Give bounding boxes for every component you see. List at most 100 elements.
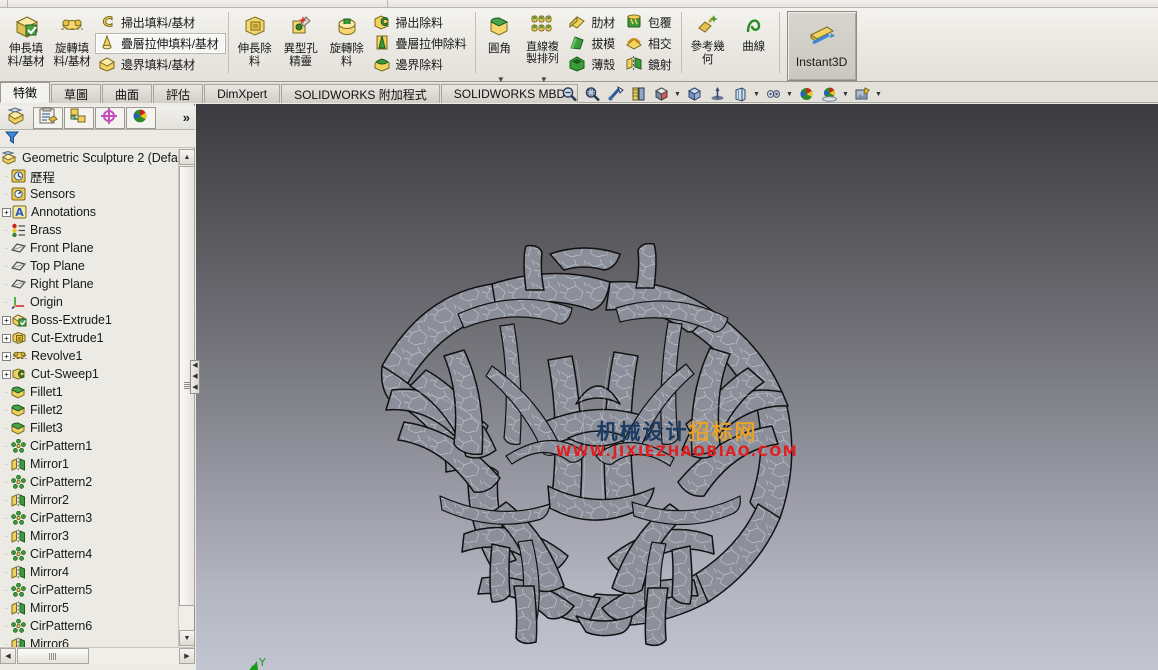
feature-tree-item[interactable]: + Cut-Sweep1 [0, 365, 178, 383]
rotate-view-icon[interactable] [706, 85, 728, 104]
feature-tree-item[interactable]: · CirPattern1 [0, 437, 178, 455]
feature-tree-item[interactable]: · Front Plane [0, 239, 178, 257]
feature-tree-horizontal-scrollbar[interactable]: ◀ ▶ [0, 647, 195, 664]
feature-tree-item[interactable]: · CirPattern3 [0, 509, 178, 527]
feature-tree-item[interactable]: · Mirror6 [0, 635, 178, 647]
section-view-icon[interactable] [627, 85, 649, 104]
revolved-boss-button[interactable]: 旋轉填 料/基材 [49, 10, 95, 72]
horizontal-scroll-thumb[interactable] [17, 648, 89, 664]
feature-tree-root[interactable]: Geometric Sculpture 2 (Defa [0, 149, 178, 167]
expand-toggle[interactable]: + [2, 351, 11, 361]
previous-view-icon[interactable] [604, 85, 626, 104]
apply-scene-dropdown-caret[interactable]: ▼ [841, 85, 850, 104]
feature-tree-item[interactable]: · CirPattern2 [0, 473, 178, 491]
tab-surfaces[interactable]: 曲面 [102, 84, 153, 103]
feature-tree-item[interactable]: · 歷程 [0, 167, 178, 185]
feature-tree-item[interactable]: · CirPattern6 [0, 617, 178, 635]
hide-show-components-icon[interactable] [762, 85, 784, 104]
feature-tree-item[interactable]: · Mirror5 [0, 599, 178, 617]
wrap-button[interactable]: 包覆 [622, 12, 679, 33]
boundary-cut-button[interactable]: 邊界除料 [370, 54, 474, 75]
feature-tree-item[interactable]: · CirPattern5 [0, 581, 178, 599]
hide-show-items-icon[interactable] [729, 85, 751, 104]
scroll-right-button[interactable]: ▶ [179, 648, 195, 664]
feature-tree-item[interactable]: · Origin [0, 293, 178, 311]
fillet-button[interactable]: 圓角 [479, 10, 519, 72]
tab-sketch[interactable]: 草圖 [51, 84, 102, 103]
feature-tree-item[interactable]: + Cut-Extrude1 [0, 329, 178, 347]
circular-pattern-icon [11, 475, 26, 489]
feature-tree-item[interactable]: · Mirror1 [0, 455, 178, 473]
feature-tree-item[interactable]: · Brass [0, 221, 178, 239]
lofted-boss-button[interactable]: 疊層拉伸填料/基材 [95, 33, 226, 54]
hole-wizard-button[interactable]: 異型孔 精靈 [278, 10, 324, 72]
expand-toggle[interactable]: + [2, 369, 11, 379]
tab-dimxpert[interactable]: DimXpert [204, 84, 281, 103]
feature-tree-item[interactable]: · Mirror4 [0, 563, 178, 581]
graphics-viewport[interactable]: 机械设计招标网 WWW.JIXIEZHAOBIAO.COM Z X Y [196, 104, 1158, 670]
expand-toggle[interactable]: + [2, 207, 11, 217]
tab-evaluate[interactable]: 評估 [153, 84, 204, 103]
feature-tree-filter-bar[interactable] [0, 130, 195, 148]
scroll-up-button[interactable]: ▲ [179, 149, 195, 165]
tree-connector: · [5, 639, 8, 647]
tab-features-label: 特徵 [13, 86, 38, 100]
mirror-button[interactable]: 鏡射 [622, 54, 679, 75]
view-orientation-dropdown-caret[interactable]: ▼ [673, 85, 682, 104]
feature-manager-expand-button[interactable]: » [183, 110, 190, 125]
feature-tree-item[interactable]: · Fillet1 [0, 383, 178, 401]
view-settings-dropdown-caret[interactable]: ▼ [874, 85, 883, 104]
feature-tree-item[interactable]: · Mirror2 [0, 491, 178, 509]
apply-scene-icon[interactable] [818, 85, 840, 104]
hide-show-components-dropdown-caret[interactable]: ▼ [785, 85, 794, 104]
tab-features[interactable]: 特徵 [0, 82, 51, 103]
tree-connector: · [5, 387, 8, 397]
property-manager-tab[interactable] [33, 106, 63, 129]
feature-tree-item[interactable]: + A Annotations [0, 203, 178, 221]
scroll-left-button[interactable]: ◀ [0, 648, 16, 664]
feature-tree-item[interactable]: · Fillet3 [0, 419, 178, 437]
feature-tree-item[interactable]: · Mirror3 [0, 527, 178, 545]
feature-tree-item[interactable]: · Right Plane [0, 275, 178, 293]
dimxpert-manager-tab[interactable] [95, 106, 125, 129]
revolved-cut-button[interactable]: 旋轉除料 [324, 10, 370, 72]
hide-show-items-dropdown-caret[interactable]: ▼ [752, 85, 761, 104]
edit-appearance-icon[interactable] [795, 85, 817, 104]
expand-toggle[interactable]: + [2, 315, 11, 325]
lofted-cut-button[interactable]: 疊層拉伸除料 [370, 33, 474, 54]
extruded-boss-button[interactable]: 伸長填 料/基材 [3, 10, 49, 72]
view-settings-icon[interactable] [851, 85, 873, 104]
intersect-button[interactable]: 相交 [622, 33, 679, 54]
feature-tree-item[interactable]: · Sensors [0, 185, 178, 203]
draft-button[interactable]: 拔模 [565, 33, 622, 54]
panel-splitter-handle[interactable]: ◀ ◀ ◀ [190, 360, 200, 394]
feature-tree-item[interactable]: + Boss-Extrude1 [0, 311, 178, 329]
shell-button[interactable]: 薄殼 [565, 54, 622, 75]
swept-boss-button[interactable]: 掃出填料/基材 [95, 12, 226, 33]
expand-toggle[interactable]: + [2, 333, 11, 343]
zoom-to-fit-icon[interactable] [558, 85, 580, 104]
display-manager-tab[interactable] [126, 106, 156, 129]
feature-tree-vertical-scrollbar[interactable]: ▲ ▼ [178, 149, 195, 647]
instant3d-button[interactable]: Instant3D [786, 11, 857, 81]
display-style-icon[interactable] [683, 85, 705, 104]
linear-pattern-button[interactable]: 直線複 製排列 [519, 10, 565, 72]
circular-pattern-icon [11, 583, 26, 597]
boundary-boss-button[interactable]: 邊界填料/基材 [95, 54, 226, 75]
feature-tree-item-label: Mirror4 [30, 565, 69, 579]
extruded-cut-button[interactable]: 伸長除料 [232, 10, 278, 72]
curves-button[interactable]: 曲線 [731, 10, 777, 72]
feature-tree-item[interactable]: + Revolve1 [0, 347, 178, 365]
configuration-manager-tab[interactable] [64, 106, 94, 129]
view-orientation-icon[interactable] [650, 85, 672, 104]
rib-button[interactable]: 肋材 [565, 12, 622, 33]
feature-tree-item[interactable]: · Fillet2 [0, 401, 178, 419]
swept-cut-button[interactable]: 掃出除料 [370, 12, 474, 33]
feature-manager-tree-tab[interactable] [2, 107, 32, 129]
tab-solidworks-addins[interactable]: SOLIDWORKS 附加程式 [281, 84, 440, 103]
reference-geometry-button[interactable]: 參考幾何 [685, 10, 731, 72]
feature-tree-item[interactable]: · CirPattern4 [0, 545, 178, 563]
scroll-down-button[interactable]: ▼ [179, 630, 195, 646]
zoom-to-area-icon[interactable] [581, 85, 603, 104]
feature-tree-item[interactable]: · Top Plane [0, 257, 178, 275]
